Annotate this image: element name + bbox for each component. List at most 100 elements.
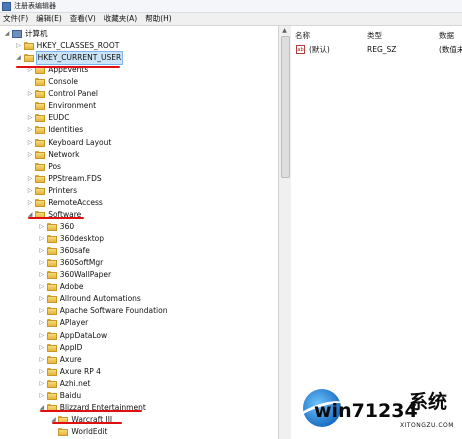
folder-icon <box>35 126 46 135</box>
expand-icon[interactable]: ▷ <box>27 90 33 98</box>
tree-item[interactable]: ▷ Control Panel <box>27 88 98 100</box>
tree-item[interactable]: ▷ HKEY_CLASSES_ROOT <box>16 40 120 52</box>
registry-tree[interactable]: ◢ 计算机 ▷ HKEY_CLASSES_ROOT ◢ HKEY_CURRENT_US… <box>0 26 278 439</box>
tree-item[interactable]: ▷ Adobe <box>39 281 84 293</box>
tree-item[interactable]: Pos <box>27 161 61 173</box>
expand-icon[interactable]: ▷ <box>39 295 45 303</box>
expand-icon[interactable]: ▷ <box>27 175 33 183</box>
expand-icon[interactable]: ▷ <box>39 271 45 279</box>
tree-item-label: 360 <box>59 221 75 231</box>
tree-item[interactable]: ◢ Warcraft III <box>50 414 112 426</box>
tree-item[interactable]: ▷ Azhi.net <box>39 378 90 390</box>
collapse-icon[interactable]: ◢ <box>4 30 10 38</box>
tree-item-label: 360SoftMgr <box>59 258 104 268</box>
expand-icon[interactable]: ▷ <box>39 259 45 267</box>
values-list[interactable]: 名称 类型 数据 ab (默认) REG_SZ (数值未 <box>291 26 462 439</box>
tree-item[interactable]: Console <box>27 76 78 88</box>
tree-item-label: 360safe <box>59 246 90 256</box>
tree-item[interactable]: ▷ APlayer <box>39 317 88 329</box>
tree-item[interactable]: ▷ RemoteAccess <box>27 197 103 209</box>
folder-icon <box>46 331 57 340</box>
tree-item[interactable]: Environment <box>27 100 96 112</box>
folder-icon <box>46 343 57 352</box>
menu-file[interactable]: 文件(F) <box>0 13 32 25</box>
tree-item[interactable]: ▷ PPStream.FDS <box>27 173 102 185</box>
tree-item-label: EUDC <box>48 113 70 123</box>
tree-item[interactable]: ▷ Keyboard Layout <box>27 137 111 149</box>
tree-item[interactable]: ◢ Blizzard Entertainment <box>39 402 146 414</box>
collapse-icon[interactable]: ◢ <box>16 54 22 62</box>
tree-item[interactable]: ▷ 360WallPaper <box>39 269 111 281</box>
expand-icon[interactable]: ▷ <box>39 235 45 243</box>
expand-icon[interactable]: ▷ <box>39 247 45 255</box>
scroll-up-icon[interactable]: ▲ <box>281 27 288 34</box>
menu-help[interactable]: 帮助(H) <box>141 13 176 25</box>
value-name: (默认) <box>309 44 330 54</box>
tree-item-label: HKEY_CLASSES_ROOT <box>36 41 120 51</box>
tree-item[interactable]: ▷ AppID <box>39 342 82 354</box>
no-expander-icon <box>27 163 33 171</box>
red-underline-annotation <box>52 422 122 424</box>
tree-item[interactable]: ▷ 360desktop <box>39 233 104 245</box>
scroll-thumb[interactable] <box>281 36 290 178</box>
expand-icon[interactable]: ▷ <box>39 380 45 388</box>
watermark-site: XITONGZU.COM <box>400 422 454 429</box>
tree-item[interactable]: ▷ Apache Software Foundation <box>39 305 167 317</box>
tree-item[interactable]: ▷ Axure RP 4 <box>39 366 101 378</box>
expand-icon[interactable]: ▷ <box>27 114 33 122</box>
tree-item[interactable]: ▷ Baidu <box>39 390 81 402</box>
expand-icon[interactable]: ▷ <box>27 187 33 195</box>
expand-icon[interactable]: ▷ <box>39 332 45 340</box>
column-header-type[interactable]: 类型 <box>367 30 382 41</box>
tree-item-label: Baidu <box>59 390 82 400</box>
expand-icon[interactable]: ▷ <box>27 151 33 159</box>
expand-icon[interactable]: ▷ <box>16 42 22 50</box>
expand-icon[interactable]: ▷ <box>39 319 45 327</box>
expand-icon[interactable]: ▷ <box>27 139 33 147</box>
tree-item-label: Environment <box>48 101 97 111</box>
expand-icon[interactable]: ▷ <box>27 126 33 134</box>
value-row[interactable]: ab (默认) REG_SZ (数值未 <box>291 43 462 55</box>
menu-favorites[interactable]: 收藏夹(A) <box>100 13 141 25</box>
column-header-name[interactable]: 名称 <box>295 30 310 41</box>
tree-item[interactable]: ▷ EUDC <box>27 112 69 124</box>
folder-icon <box>35 162 46 171</box>
folder-icon <box>35 138 46 147</box>
tree-item[interactable]: ◢ Software <box>27 209 81 221</box>
menu-bar: 文件(F) 编辑(E) 查看(V) 收藏夹(A) 帮助(H) <box>0 13 462 26</box>
menu-edit[interactable]: 编辑(E) <box>32 13 66 25</box>
tree-scrollbar[interactable]: ▲ <box>278 26 292 439</box>
column-header-data[interactable]: 数据 <box>439 30 454 41</box>
tree-item-label: Warcraft III <box>71 414 113 424</box>
folder-icon <box>35 90 46 99</box>
tree-item[interactable]: ▷ Network <box>27 149 80 161</box>
tree-item-label: Axure RP 4 <box>59 366 101 376</box>
expand-icon[interactable]: ▷ <box>39 356 45 364</box>
expand-icon[interactable]: ▷ <box>39 344 45 352</box>
expand-icon[interactable]: ▷ <box>39 283 45 291</box>
tree-item[interactable]: ▷ 360 <box>39 221 74 233</box>
tree-item-label: Control Panel <box>48 89 98 99</box>
folder-icon <box>46 271 57 280</box>
tree-item[interactable]: ▷ Identities <box>27 124 83 136</box>
tree-item[interactable]: ▷ Printers <box>27 185 77 197</box>
expand-icon[interactable]: ▷ <box>39 307 45 315</box>
tree-item[interactable]: WorldEdit <box>50 426 107 438</box>
folder-icon <box>46 379 57 388</box>
menu-view[interactable]: 查看(V) <box>66 13 100 25</box>
tree-item[interactable]: ▷ 360safe <box>39 245 90 257</box>
tree-item[interactable]: ▷ Allround Automations <box>39 293 141 305</box>
folder-icon <box>46 295 57 304</box>
expand-icon[interactable]: ▷ <box>39 392 45 400</box>
tree-item-computer[interactable]: ◢ 计算机 <box>4 28 48 40</box>
tree-item[interactable]: ▷ AppDataLow <box>39 330 107 342</box>
value-type: REG_SZ <box>367 44 397 54</box>
expand-icon[interactable]: ▷ <box>27 199 33 207</box>
expand-icon[interactable]: ▷ <box>39 223 45 231</box>
folder-icon <box>35 186 46 195</box>
expand-icon[interactable]: ▷ <box>39 368 45 376</box>
tree-item[interactable]: ◢ HKEY_CURRENT_USER <box>16 51 124 66</box>
tree-item[interactable]: ▷ Axure <box>39 354 82 366</box>
tree-item-label: HKEY_CURRENT_USER <box>35 51 124 66</box>
tree-item[interactable]: ▷ 360SoftMgr <box>39 257 103 269</box>
